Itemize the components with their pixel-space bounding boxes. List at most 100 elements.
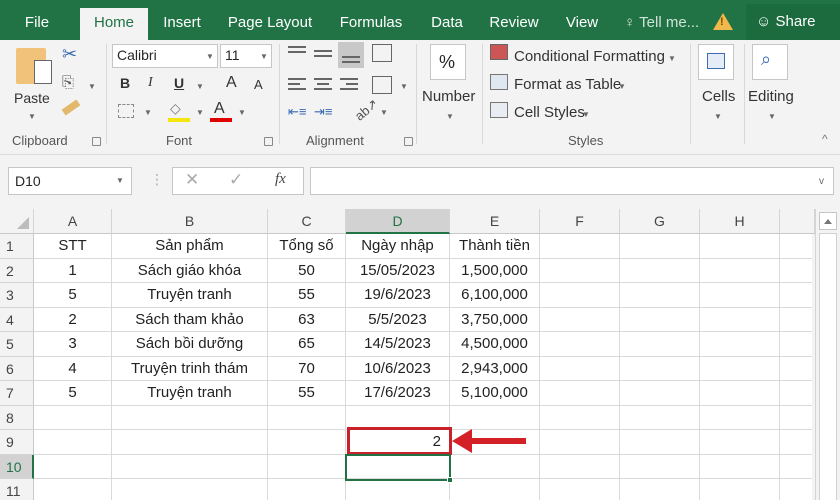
cell-f9[interactable] bbox=[540, 430, 620, 455]
conditional-formatting-button[interactable]: Conditional Formatting bbox=[514, 48, 665, 65]
cell-e10[interactable] bbox=[450, 454, 540, 479]
number-group-label[interactable]: Number bbox=[422, 88, 475, 105]
cell-g2[interactable] bbox=[620, 258, 700, 283]
cell-f10[interactable] bbox=[540, 454, 620, 479]
cell-f4[interactable] bbox=[540, 307, 620, 332]
cell-h6[interactable] bbox=[700, 356, 780, 381]
cell-b2[interactable]: Sách giáo khóa bbox=[112, 258, 268, 283]
cell-c7[interactable]: 55 bbox=[268, 381, 346, 406]
name-box[interactable]: D10 bbox=[8, 167, 132, 195]
grow-font-button[interactable]: A bbox=[226, 74, 237, 92]
tab-view[interactable]: View bbox=[562, 10, 602, 40]
fill-color-icon[interactable]: ◇ bbox=[170, 100, 181, 117]
row-header-1[interactable]: 1 bbox=[0, 234, 34, 259]
merge-dropdown[interactable]: ▼ bbox=[400, 82, 408, 91]
formula-input[interactable]: v bbox=[310, 167, 834, 195]
cell-i10[interactable] bbox=[780, 455, 812, 479]
cell-i4[interactable] bbox=[780, 308, 812, 332]
column-header-c[interactable]: C bbox=[268, 209, 346, 234]
column-header-e[interactable]: E bbox=[450, 209, 540, 234]
row-header-11[interactable]: 11 bbox=[0, 479, 34, 500]
cell-g4[interactable] bbox=[620, 307, 700, 332]
underline-button[interactable]: U bbox=[174, 75, 184, 91]
bottom-align-icon[interactable] bbox=[338, 42, 364, 68]
editing-dropdown[interactable]: ▼ bbox=[768, 112, 776, 121]
share-button[interactable]: ☺ Share bbox=[746, 4, 840, 40]
fill-handle[interactable] bbox=[447, 477, 453, 483]
cell-c9[interactable] bbox=[268, 430, 346, 455]
cell-h5[interactable] bbox=[700, 332, 780, 357]
cell-d3[interactable]: 19/6/2023 bbox=[346, 283, 450, 308]
cell-e2[interactable]: 1,500,000 bbox=[450, 258, 540, 283]
row-header-5[interactable]: 5 bbox=[0, 332, 34, 357]
font-name-select[interactable]: Calibri bbox=[112, 44, 218, 68]
cell-a10[interactable] bbox=[34, 454, 112, 479]
select-all-corner[interactable] bbox=[0, 209, 34, 234]
cell-a5[interactable]: 3 bbox=[34, 332, 112, 357]
cell-e8[interactable] bbox=[450, 405, 540, 430]
cell-f7[interactable] bbox=[540, 381, 620, 406]
cell-c2[interactable]: 50 bbox=[268, 258, 346, 283]
cell-h11[interactable] bbox=[700, 479, 780, 500]
cell-g8[interactable] bbox=[620, 405, 700, 430]
cell-c11[interactable] bbox=[268, 479, 346, 500]
row-header-4[interactable]: 4 bbox=[0, 307, 34, 332]
cell-i1[interactable] bbox=[780, 234, 812, 259]
row-header-2[interactable]: 2 bbox=[0, 258, 34, 283]
copy-dropdown[interactable]: ▼ bbox=[88, 82, 96, 91]
merge-center-icon[interactable] bbox=[372, 76, 392, 94]
cell-c8[interactable] bbox=[268, 405, 346, 430]
cell-g9[interactable] bbox=[620, 430, 700, 455]
cell-e4[interactable]: 3,750,000 bbox=[450, 307, 540, 332]
cell-c10[interactable] bbox=[268, 454, 346, 479]
cell-b1[interactable]: Sản phẩm bbox=[112, 234, 268, 259]
cell-b6[interactable]: Truyện trinh thám bbox=[112, 356, 268, 381]
underline-dropdown[interactable]: ▼ bbox=[196, 82, 204, 91]
row-header-8[interactable]: 8 bbox=[0, 405, 34, 430]
format-painter-icon[interactable] bbox=[61, 99, 81, 116]
font-color-button[interactable]: A bbox=[214, 100, 225, 118]
cell-b4[interactable]: Sách tham khảo bbox=[112, 307, 268, 332]
cell-f1[interactable] bbox=[540, 234, 620, 259]
cell-i5[interactable] bbox=[780, 332, 812, 357]
cell-a4[interactable]: 2 bbox=[34, 307, 112, 332]
cell-i9[interactable] bbox=[780, 430, 812, 455]
borders-dropdown[interactable]: ▼ bbox=[144, 108, 152, 117]
cell-e5[interactable]: 4,500,000 bbox=[450, 332, 540, 357]
cell-d6[interactable]: 10/6/2023 bbox=[346, 356, 450, 381]
format-as-table-dropdown[interactable]: ▼ bbox=[618, 82, 626, 91]
cell-h1[interactable] bbox=[700, 234, 780, 259]
cell-f3[interactable] bbox=[540, 283, 620, 308]
cell-b11[interactable] bbox=[112, 479, 268, 500]
clipboard-launcher-icon[interactable] bbox=[92, 137, 101, 146]
cell-a6[interactable]: 4 bbox=[34, 356, 112, 381]
cell-h3[interactable] bbox=[700, 283, 780, 308]
cell-a8[interactable] bbox=[34, 405, 112, 430]
cell-f6[interactable] bbox=[540, 356, 620, 381]
row-header-10[interactable]: 10 bbox=[0, 454, 34, 479]
column-header-f[interactable]: F bbox=[540, 209, 620, 234]
insert-function-icon[interactable]: fx bbox=[275, 171, 286, 188]
cell-b5[interactable]: Sách bồi dưỡng bbox=[112, 332, 268, 357]
tab-formulas[interactable]: Formulas bbox=[334, 10, 408, 40]
cell-a7[interactable]: 5 bbox=[34, 381, 112, 406]
cell-b9[interactable] bbox=[112, 430, 268, 455]
cell-g10[interactable] bbox=[620, 454, 700, 479]
cell-i8[interactable] bbox=[780, 406, 812, 430]
cell-b7[interactable]: Truyện tranh bbox=[112, 381, 268, 406]
cell-d11[interactable] bbox=[346, 479, 450, 500]
font-launcher-icon[interactable] bbox=[264, 137, 273, 146]
column-header-d[interactable]: D bbox=[346, 209, 450, 234]
row-header-7[interactable]: 7 bbox=[0, 381, 34, 406]
cell-c3[interactable]: 55 bbox=[268, 283, 346, 308]
font-color-dropdown[interactable]: ▼ bbox=[238, 108, 246, 117]
enter-icon[interactable]: ✓ bbox=[229, 170, 243, 190]
italic-button[interactable]: I bbox=[148, 75, 153, 91]
tell-me-search[interactable]: ♀ Tell me... bbox=[624, 10, 699, 36]
cell-e6[interactable]: 2,943,000 bbox=[450, 356, 540, 381]
cell-i2[interactable] bbox=[780, 259, 812, 283]
collapse-ribbon-icon[interactable]: ^ bbox=[822, 132, 828, 146]
row-header-9[interactable]: 9 bbox=[0, 430, 34, 455]
column-header-h[interactable]: H bbox=[700, 209, 780, 234]
number-format-button[interactable]: % bbox=[430, 44, 466, 80]
